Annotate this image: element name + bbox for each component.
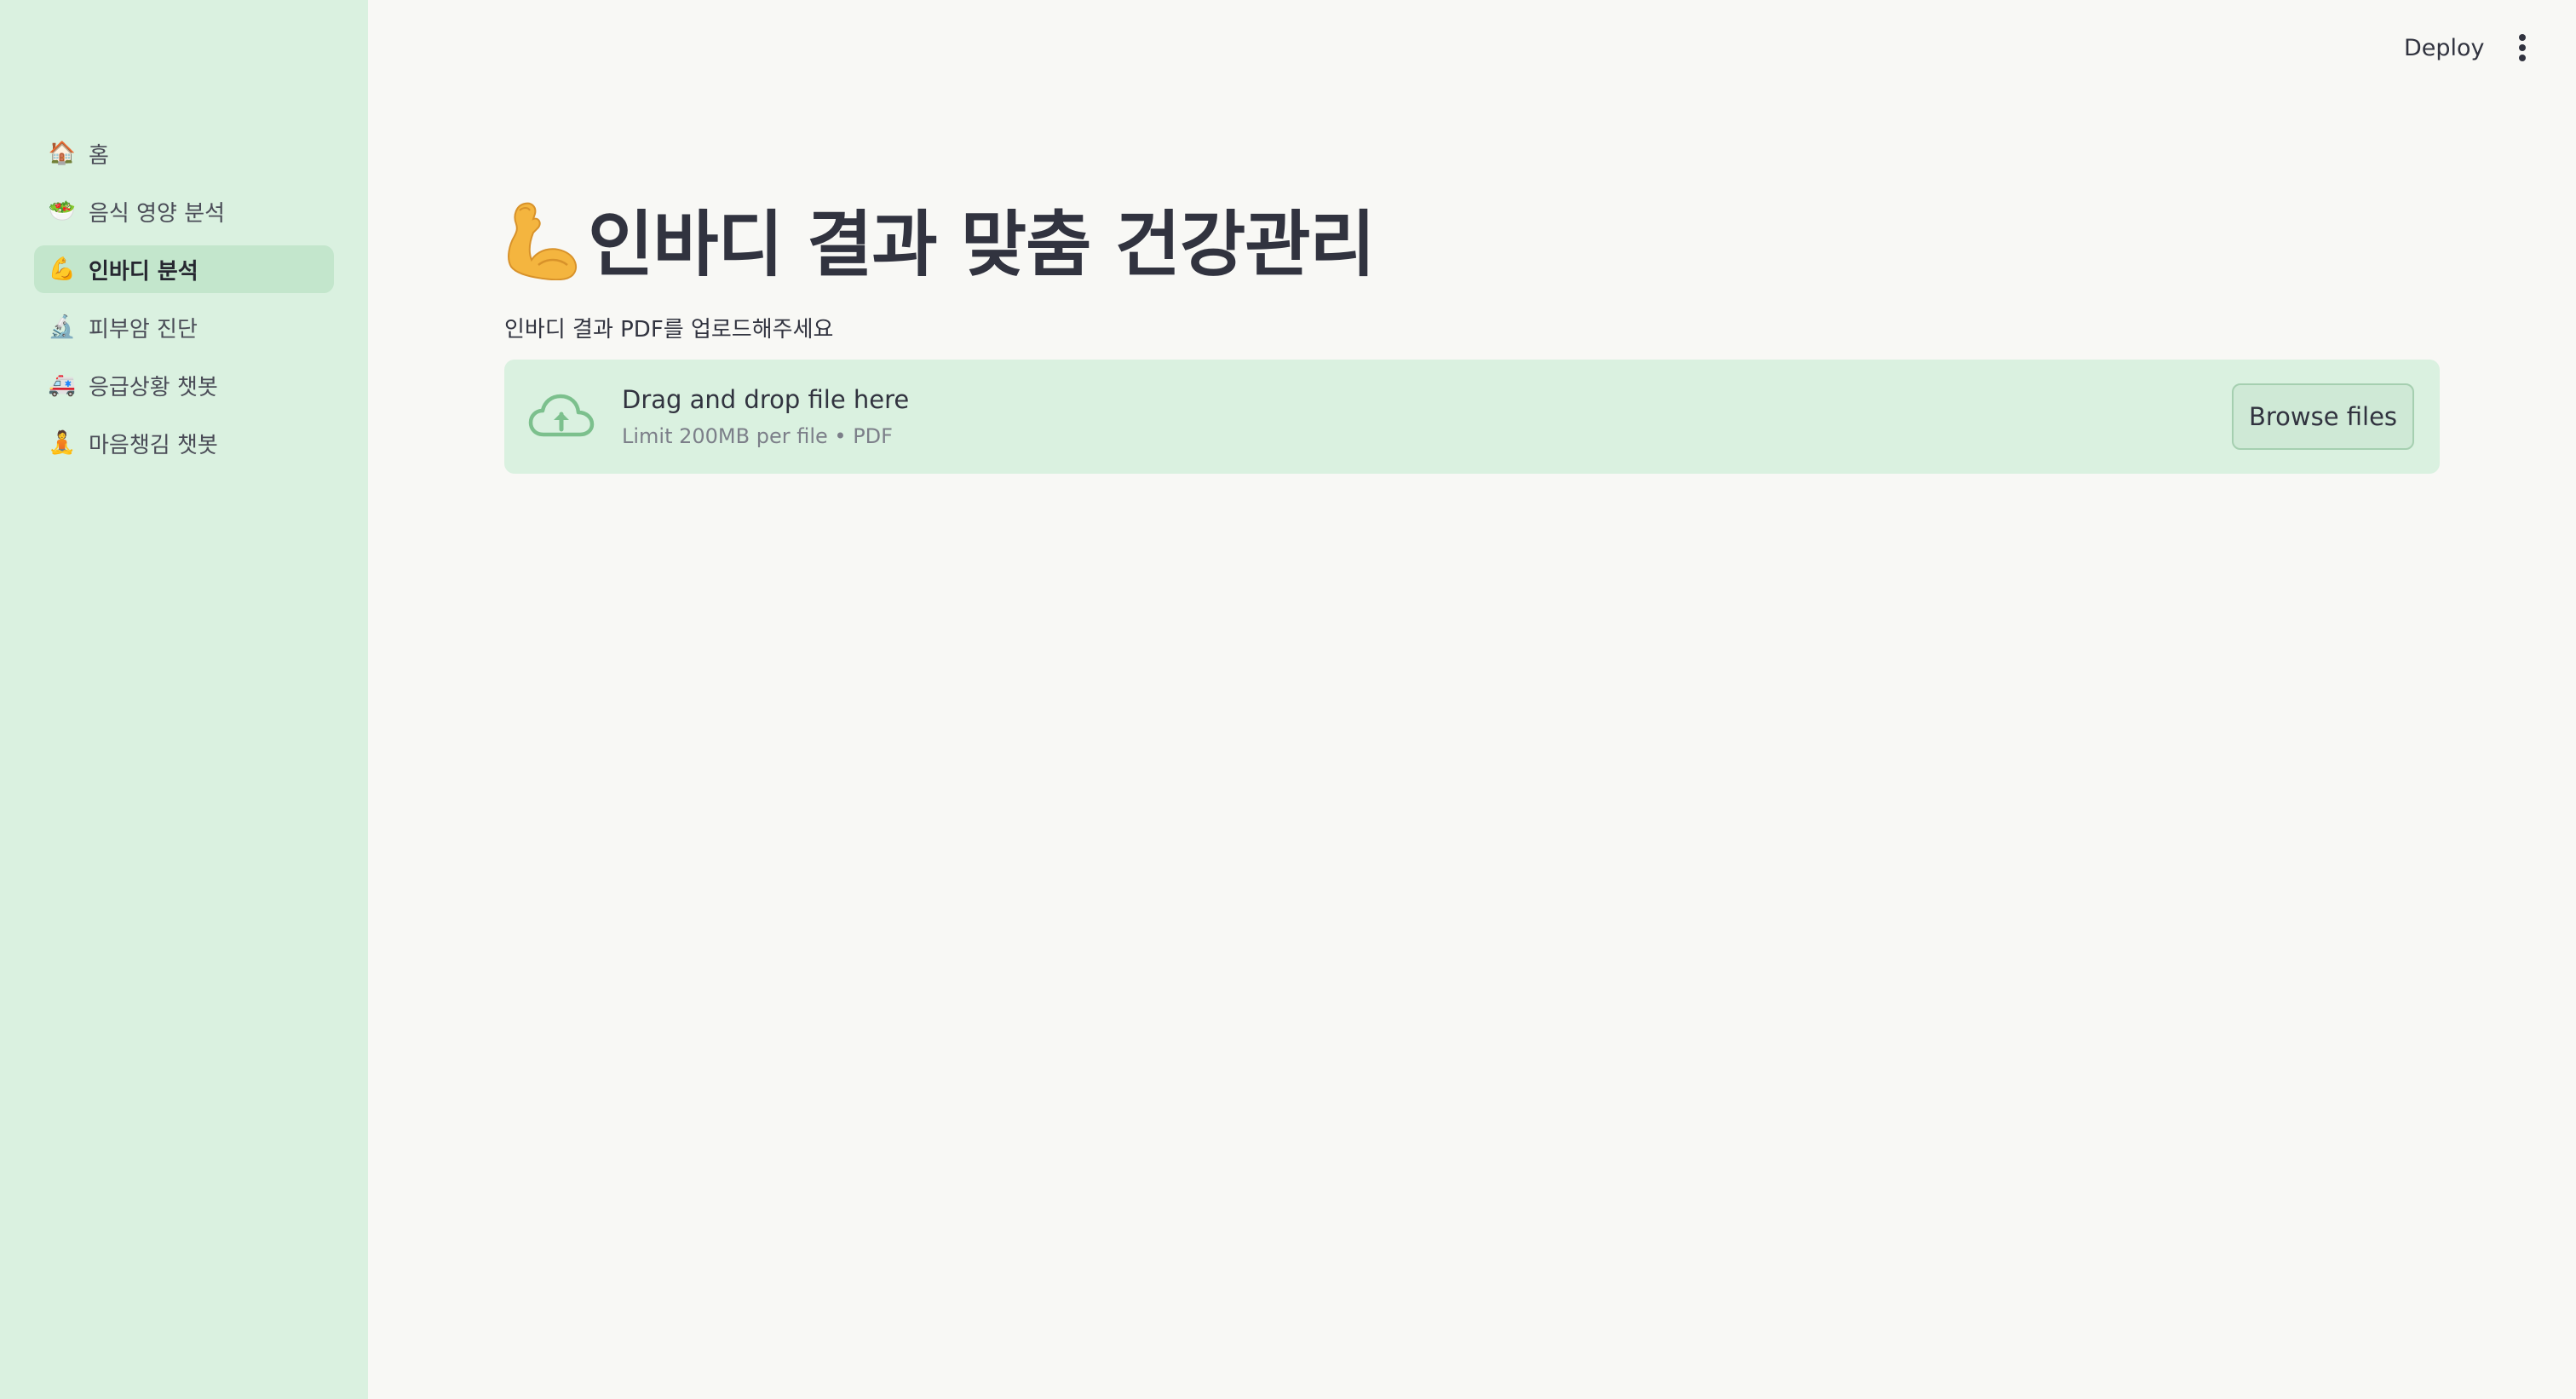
- main-menu-button[interactable]: [2504, 27, 2540, 68]
- meditation-icon: 🧘: [48, 430, 77, 456]
- vertical-ellipsis-icon: [2519, 34, 2526, 61]
- salad-icon: 🥗: [48, 199, 77, 224]
- deploy-button[interactable]: Deploy: [2394, 27, 2495, 68]
- sidebar-item-label: 인바디 분석: [89, 258, 198, 285]
- sidebar-item-label: 홈: [89, 142, 109, 169]
- title-row: 인바디 결과 맞춤 건강관리: [504, 187, 1376, 291]
- sidebar-item-inbody-analysis[interactable]: 💪 인바디 분석: [34, 245, 334, 293]
- sidebar-item-home[interactable]: 🏠 홈: [34, 130, 334, 177]
- flexed-bicep-icon: [508, 202, 578, 280]
- microscope-icon: 🔬: [48, 314, 77, 340]
- sidebar: 🏠 홈 🥗 음식 영양 분석 💪 인바디 분석 🔬 피부암 진단 🚑 응급상황 …: [0, 0, 368, 1399]
- cloud-upload-icon: [528, 394, 595, 437]
- page-title: 인바디 결과 맞춤 건강관리: [588, 203, 1376, 286]
- sidebar-item-label: 마음챙김 챗봇: [89, 432, 218, 458]
- sidebar-item-mindfulness-chatbot[interactable]: 🧘 마음챙김 챗봇: [34, 419, 334, 467]
- app-root: 🏠 홈 🥗 음식 영양 분석 💪 인바디 분석 🔬 피부암 진단 🚑 응급상황 …: [0, 0, 2576, 1399]
- ambulance-icon: 🚑: [48, 372, 77, 398]
- sidebar-item-label: 음식 영양 분석: [89, 200, 226, 227]
- dropzone-limit-text: Limit 200MB per file • PDF: [622, 424, 893, 448]
- sidebar-item-label: 응급상황 챗봇: [89, 374, 218, 400]
- dropzone-title: Drag and drop file here: [622, 385, 910, 414]
- file-dropzone[interactable]: Drag and drop file here Limit 200MB per …: [504, 360, 2440, 474]
- house-icon: 🏠: [48, 141, 77, 166]
- flexed-bicep-icon: 💪: [48, 256, 77, 282]
- uploader-label: 인바디 결과 PDF를 업로드해주세요: [504, 317, 834, 343]
- sidebar-item-emergency-chatbot[interactable]: 🚑 응급상황 챗봇: [34, 361, 334, 409]
- browse-files-button[interactable]: Browse files: [2232, 383, 2414, 450]
- sidebar-item-label: 피부암 진단: [89, 316, 198, 343]
- sidebar-item-food-nutrition[interactable]: 🥗 음식 영양 분석: [34, 187, 334, 235]
- sidebar-item-skin-cancer[interactable]: 🔬 피부암 진단: [34, 303, 334, 351]
- sidebar-nav: 🏠 홈 🥗 음식 영양 분석 💪 인바디 분석 🔬 피부암 진단 🚑 응급상황 …: [34, 130, 334, 477]
